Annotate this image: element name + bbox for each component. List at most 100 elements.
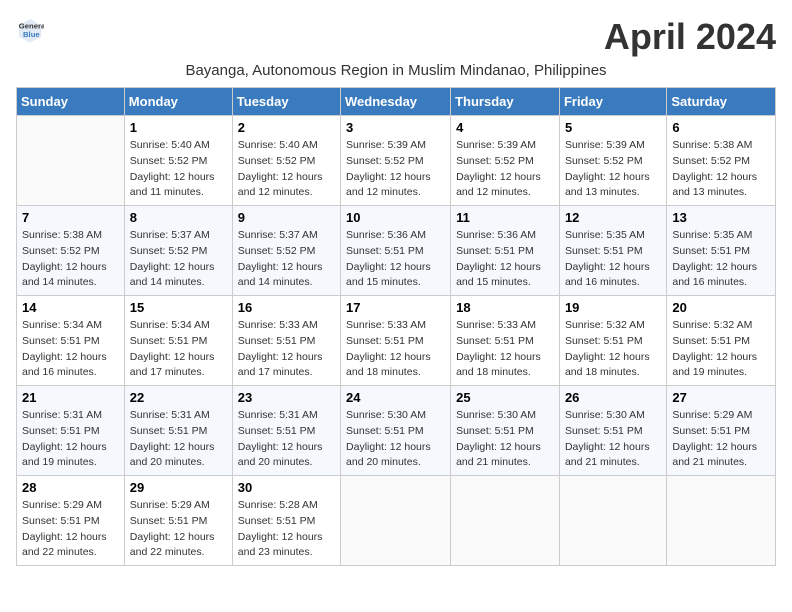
col-header-wednesday: Wednesday (341, 88, 451, 116)
day-number: 18 (456, 300, 554, 315)
day-cell: 12 Sunrise: 5:35 AMSunset: 5:51 PMDayligh… (559, 206, 666, 296)
col-header-saturday: Saturday (667, 88, 776, 116)
subtitle: Bayanga, Autonomous Region in Muslim Min… (16, 62, 776, 79)
day-number: 17 (346, 300, 445, 315)
day-cell: 22 Sunrise: 5:31 AMSunset: 5:51 PMDayligh… (124, 386, 232, 476)
day-number: 25 (456, 390, 554, 405)
day-info: Sunrise: 5:39 AMSunset: 5:52 PMDaylight:… (346, 138, 445, 201)
day-info: Sunrise: 5:30 AMSunset: 5:51 PMDaylight:… (346, 408, 445, 471)
day-cell: 11 Sunrise: 5:36 AMSunset: 5:51 PMDayligh… (451, 206, 560, 296)
day-cell: 20 Sunrise: 5:32 AMSunset: 5:51 PMDayligh… (667, 296, 776, 386)
day-info: Sunrise: 5:38 AMSunset: 5:52 PMDaylight:… (22, 228, 119, 291)
svg-text:Blue: Blue (23, 30, 40, 39)
day-cell: 26 Sunrise: 5:30 AMSunset: 5:51 PMDayligh… (559, 386, 666, 476)
day-info: Sunrise: 5:37 AMSunset: 5:52 PMDaylight:… (130, 228, 227, 291)
day-number: 22 (130, 390, 227, 405)
day-info: Sunrise: 5:32 AMSunset: 5:51 PMDaylight:… (672, 318, 770, 381)
day-cell: 27 Sunrise: 5:29 AMSunset: 5:51 PMDayligh… (667, 386, 776, 476)
day-info: Sunrise: 5:39 AMSunset: 5:52 PMDaylight:… (565, 138, 661, 201)
day-cell: 14 Sunrise: 5:34 AMSunset: 5:51 PMDayligh… (17, 296, 125, 386)
col-header-friday: Friday (559, 88, 666, 116)
day-number: 12 (565, 210, 661, 225)
day-info: Sunrise: 5:33 AMSunset: 5:51 PMDaylight:… (346, 318, 445, 381)
day-cell (559, 476, 666, 566)
day-number: 15 (130, 300, 227, 315)
day-cell: 29Sunrise: 5:29 AMSunset: 5:51 PMDayligh… (124, 476, 232, 566)
week-row-3: 14 Sunrise: 5:34 AMSunset: 5:51 PMDayligh… (17, 296, 776, 386)
header-row: SundayMondayTuesdayWednesdayThursdayFrid… (17, 88, 776, 116)
day-number: 9 (238, 210, 335, 225)
day-number: 29 (130, 480, 227, 495)
week-row-4: 21Sunrise: 5:31 AMSunset: 5:51 PMDayligh… (17, 386, 776, 476)
day-info: Sunrise: 5:31 AMSunset: 5:51 PMDaylight:… (130, 408, 227, 471)
day-info: Sunrise: 5:34 AMSunset: 5:51 PMDaylight:… (22, 318, 119, 381)
day-cell: 24 Sunrise: 5:30 AMSunset: 5:51 PMDayligh… (341, 386, 451, 476)
day-info: Sunrise: 5:35 AMSunset: 5:51 PMDaylight:… (565, 228, 661, 291)
day-cell: 5 Sunrise: 5:39 AMSunset: 5:52 PMDaylight… (559, 116, 666, 206)
week-row-1: 1 Sunrise: 5:40 AMSunset: 5:52 PMDaylight… (17, 116, 776, 206)
month-title: April 2024 (604, 16, 776, 58)
day-cell: 9 Sunrise: 5:37 AMSunset: 5:52 PMDaylight… (232, 206, 340, 296)
day-info: Sunrise: 5:31 AMSunset: 5:51 PMDaylight:… (22, 408, 119, 471)
day-cell: 2 Sunrise: 5:40 AMSunset: 5:52 PMDaylight… (232, 116, 340, 206)
day-number: 3 (346, 120, 445, 135)
day-info: Sunrise: 5:37 AMSunset: 5:52 PMDaylight:… (238, 228, 335, 291)
day-number: 20 (672, 300, 770, 315)
day-number: 14 (22, 300, 119, 315)
day-number: 2 (238, 120, 335, 135)
day-number: 10 (346, 210, 445, 225)
day-cell: 4 Sunrise: 5:39 AMSunset: 5:52 PMDaylight… (451, 116, 560, 206)
day-number: 13 (672, 210, 770, 225)
day-number: 27 (672, 390, 770, 405)
day-cell: 17 Sunrise: 5:33 AMSunset: 5:51 PMDayligh… (341, 296, 451, 386)
day-number: 11 (456, 210, 554, 225)
day-cell: 8Sunrise: 5:37 AMSunset: 5:52 PMDaylight… (124, 206, 232, 296)
col-header-thursday: Thursday (451, 88, 560, 116)
day-cell (451, 476, 560, 566)
day-info: Sunrise: 5:38 AMSunset: 5:52 PMDaylight:… (672, 138, 770, 201)
day-number: 26 (565, 390, 661, 405)
day-number: 28 (22, 480, 119, 495)
day-info: Sunrise: 5:29 AMSunset: 5:51 PMDaylight:… (672, 408, 770, 471)
day-info: Sunrise: 5:35 AMSunset: 5:51 PMDaylight:… (672, 228, 770, 291)
day-cell: 30Sunrise: 5:28 AMSunset: 5:51 PMDayligh… (232, 476, 340, 566)
day-number: 4 (456, 120, 554, 135)
calendar-table: SundayMondayTuesdayWednesdayThursdayFrid… (16, 87, 776, 566)
day-info: Sunrise: 5:30 AMSunset: 5:51 PMDaylight:… (565, 408, 661, 471)
day-info: Sunrise: 5:29 AMSunset: 5:51 PMDaylight:… (22, 498, 119, 561)
day-cell (667, 476, 776, 566)
day-info: Sunrise: 5:32 AMSunset: 5:51 PMDaylight:… (565, 318, 661, 381)
day-info: Sunrise: 5:28 AMSunset: 5:51 PMDaylight:… (238, 498, 335, 561)
day-cell: 1 Sunrise: 5:40 AMSunset: 5:52 PMDaylight… (124, 116, 232, 206)
day-info: Sunrise: 5:30 AMSunset: 5:51 PMDaylight:… (456, 408, 554, 471)
day-cell: 16Sunrise: 5:33 AMSunset: 5:51 PMDayligh… (232, 296, 340, 386)
day-number: 23 (238, 390, 335, 405)
day-cell: 15 Sunrise: 5:34 AMSunset: 5:51 PMDayligh… (124, 296, 232, 386)
day-number: 6 (672, 120, 770, 135)
day-info: Sunrise: 5:39 AMSunset: 5:52 PMDaylight:… (456, 138, 554, 201)
day-cell: 10Sunrise: 5:36 AMSunset: 5:51 PMDayligh… (341, 206, 451, 296)
day-number: 24 (346, 390, 445, 405)
day-info: Sunrise: 5:34 AMSunset: 5:51 PMDaylight:… (130, 318, 227, 381)
day-info: Sunrise: 5:40 AMSunset: 5:52 PMDaylight:… (238, 138, 335, 201)
day-info: Sunrise: 5:36 AMSunset: 5:51 PMDaylight:… (456, 228, 554, 291)
day-cell: 25 Sunrise: 5:30 AMSunset: 5:51 PMDayligh… (451, 386, 560, 476)
day-info: Sunrise: 5:33 AMSunset: 5:51 PMDaylight:… (456, 318, 554, 381)
day-cell: 3 Sunrise: 5:39 AMSunset: 5:52 PMDaylight… (341, 116, 451, 206)
day-info: Sunrise: 5:40 AMSunset: 5:52 PMDaylight:… (130, 138, 227, 201)
day-info: Sunrise: 5:33 AMSunset: 5:51 PMDaylight:… (238, 318, 335, 381)
day-cell: 28 Sunrise: 5:29 AMSunset: 5:51 PMDayligh… (17, 476, 125, 566)
day-cell: 21Sunrise: 5:31 AMSunset: 5:51 PMDayligh… (17, 386, 125, 476)
page-header: General Blue April 2024 (16, 16, 776, 58)
svg-text:General: General (19, 22, 44, 31)
day-number: 19 (565, 300, 661, 315)
week-row-2: 7Sunrise: 5:38 AMSunset: 5:52 PMDaylight… (17, 206, 776, 296)
col-header-monday: Monday (124, 88, 232, 116)
day-cell (341, 476, 451, 566)
day-cell: 13 Sunrise: 5:35 AMSunset: 5:51 PMDayligh… (667, 206, 776, 296)
day-number: 1 (130, 120, 227, 135)
col-header-sunday: Sunday (17, 88, 125, 116)
day-cell: 23Sunrise: 5:31 AMSunset: 5:51 PMDayligh… (232, 386, 340, 476)
day-number: 5 (565, 120, 661, 135)
day-cell: 6 Sunrise: 5:38 AMSunset: 5:52 PMDaylight… (667, 116, 776, 206)
